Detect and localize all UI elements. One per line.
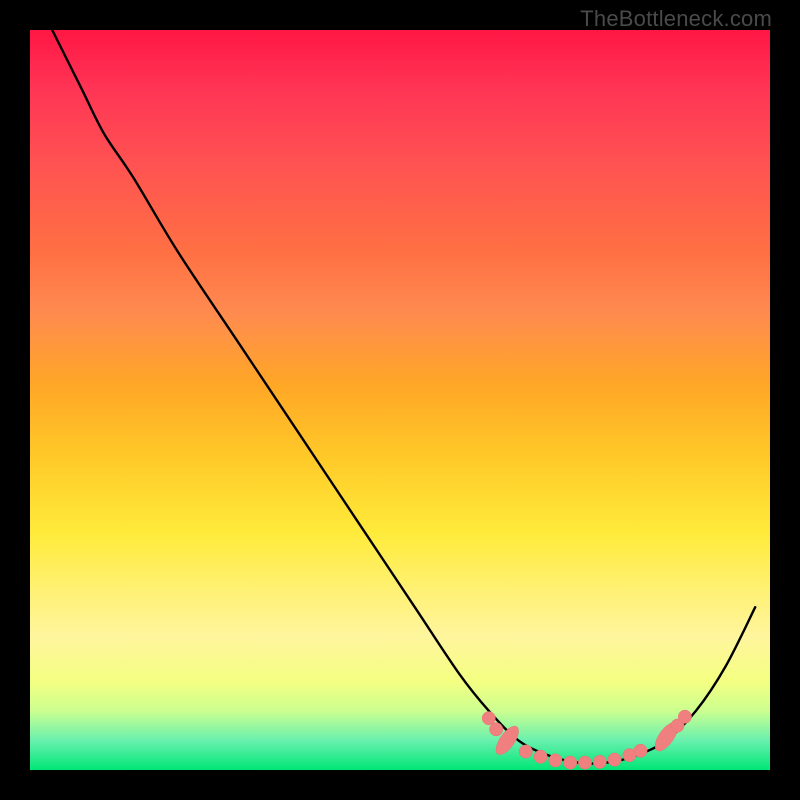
curve-marker	[671, 719, 684, 732]
curve-marker	[634, 744, 647, 757]
curve-marker	[492, 723, 523, 758]
curve-marker	[678, 710, 691, 723]
chart-svg	[30, 30, 770, 770]
curve-marker	[651, 719, 682, 754]
curve-marker	[578, 756, 591, 769]
curve-marker	[490, 723, 503, 736]
bottleneck-curve	[52, 30, 755, 764]
curve-marker	[519, 745, 532, 758]
curve-marker	[482, 712, 495, 725]
curve-marker	[534, 750, 547, 763]
curve-marker	[623, 749, 636, 762]
curve-marker	[593, 755, 606, 768]
curve-marker	[608, 753, 621, 766]
watermark-text: TheBottleneck.com	[580, 6, 772, 32]
curve-markers	[482, 710, 691, 769]
curve-marker	[549, 754, 562, 767]
curve-marker	[564, 756, 577, 769]
chart-frame: TheBottleneck.com	[0, 0, 800, 800]
plot-area	[30, 30, 770, 770]
